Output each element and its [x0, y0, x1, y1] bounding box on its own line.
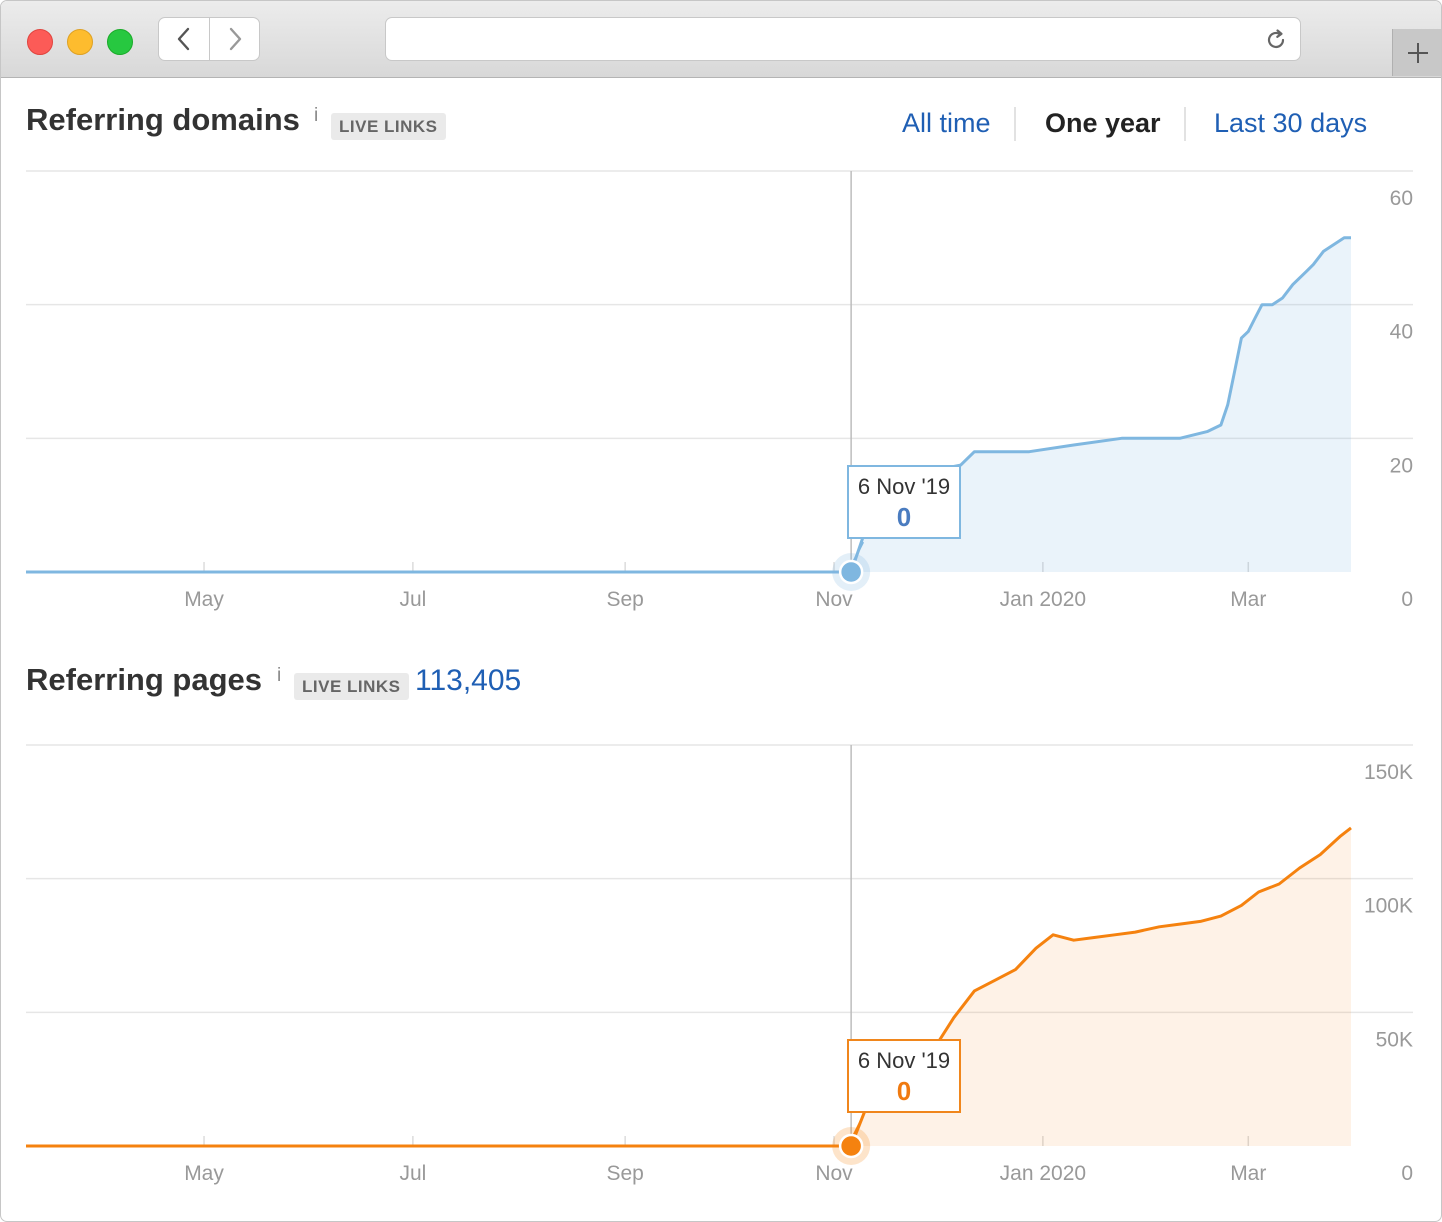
referring-domains-title: Referring domains: [26, 102, 300, 137]
domains-y-tick-label: 0: [1401, 588, 1413, 611]
pages-x-tick-label: Jan 2020: [1000, 1162, 1086, 1185]
pages-x-tick-label: Nov: [815, 1162, 853, 1185]
pages-tooltip: 6 Nov '19 0: [847, 1039, 961, 1113]
chevron-left-icon: [177, 27, 190, 51]
pages-y-tick-label: 50K: [1376, 1028, 1413, 1051]
referring-domains-chart[interactable]: 0 20 40 60 May Jul Sep Nov Jan 2020 Mar: [1, 161, 1441, 621]
referring-pages-title: Referring pages: [26, 662, 263, 697]
pages-y-tick-label: 0: [1401, 1162, 1413, 1185]
pages-tooltip-value: 0: [896, 1076, 912, 1106]
referring-pages-total: 113,405: [415, 664, 522, 697]
domains-y-tick-label: 40: [1390, 321, 1413, 344]
range-all-time[interactable]: All time: [902, 108, 991, 139]
domains-x-tick-label: Nov: [815, 588, 853, 611]
forward-button[interactable]: [210, 18, 260, 60]
domains-x-tick-label: Jul: [399, 588, 426, 611]
pages-x-tick-label: Mar: [1230, 1162, 1266, 1185]
range-one-year[interactable]: One year: [1045, 108, 1161, 139]
address-bar[interactable]: [385, 17, 1301, 61]
reload-icon[interactable]: [1264, 28, 1288, 52]
navigation-buttons: [158, 17, 260, 61]
domains-y-tick-label: 60: [1390, 187, 1413, 210]
domains-live-links-badge: LIVE LINKS: [331, 113, 446, 140]
browser-window: Referring domains i LIVE LINKS All time …: [0, 0, 1442, 1222]
domains-x-tick-label: Jan 2020: [1000, 588, 1086, 611]
new-tab-button[interactable]: [1392, 29, 1441, 76]
domains-tooltip: 6 Nov '19 0: [847, 465, 961, 539]
domains-hover-point: [838, 559, 864, 585]
domains-tooltip-value: 0: [896, 502, 912, 532]
pages-tooltip-date: 6 Nov '19: [857, 1048, 951, 1073]
domains-x-tick-label: May: [184, 588, 224, 611]
close-window-button[interactable]: [27, 29, 53, 55]
range-divider: [1184, 107, 1186, 141]
pages-x-tick-label: Sep: [606, 1162, 643, 1185]
pages-series-area: [26, 827, 1351, 1146]
domains-series-area: [26, 237, 1351, 573]
minimize-window-button[interactable]: [67, 29, 93, 55]
back-button[interactable]: [159, 18, 210, 60]
domains-x-tick-label: Mar: [1230, 588, 1266, 611]
domains-x-tick-label: Sep: [606, 588, 643, 611]
plus-icon: [1407, 42, 1428, 63]
zoom-window-button[interactable]: [107, 29, 133, 55]
pages-y-tick-label: 100K: [1364, 895, 1413, 918]
pages-hover-point: [838, 1133, 864, 1159]
pages-y-tick-label: 150K: [1364, 761, 1413, 784]
referring-pages-chart[interactable]: 0 50K 100K 150K May Jul Sep Nov Jan 2020 Mar: [1, 735, 1441, 1195]
pages-x-tick-label: May: [184, 1162, 224, 1185]
chevron-right-icon: [229, 27, 242, 51]
range-last-30-days[interactable]: Last 30 days: [1214, 108, 1367, 139]
domains-info-icon[interactable]: i: [314, 105, 318, 127]
title-bar: [1, 1, 1441, 78]
pages-x-tick-label: Jul: [399, 1162, 426, 1185]
domains-y-tick-label: 20: [1390, 454, 1413, 477]
range-divider: [1014, 107, 1016, 141]
pages-info-icon[interactable]: i: [277, 665, 281, 687]
pages-live-links-badge: LIVE LINKS: [294, 673, 409, 700]
domains-tooltip-date: 6 Nov '19: [857, 474, 951, 499]
